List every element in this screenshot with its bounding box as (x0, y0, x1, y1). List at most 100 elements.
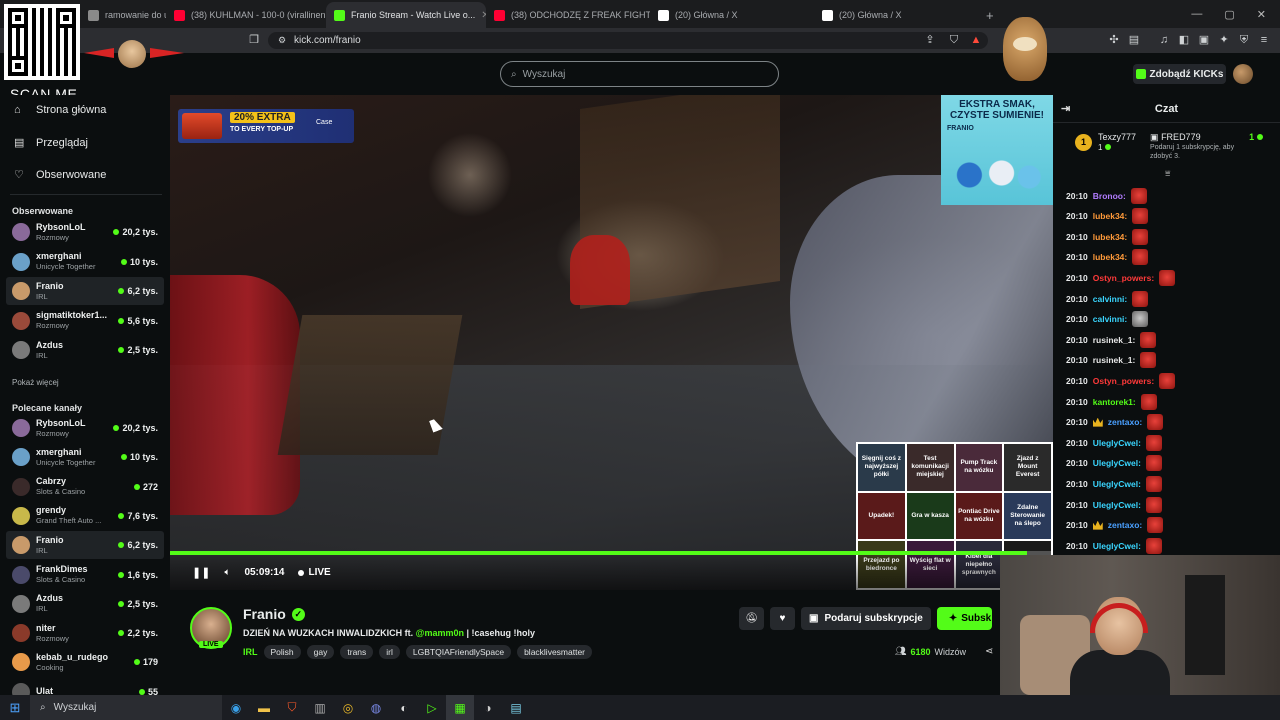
media-icon[interactable]: ♫ (1158, 34, 1170, 46)
sidebar-channel[interactable]: niter Rozmowy 2,2 tys. (6, 619, 164, 647)
browser-tab-active[interactable]: Franio Stream - Watch Live o... ✕ (326, 2, 486, 28)
get-kicks-button[interactable]: Zdobądź KICKs (1133, 64, 1226, 84)
chat-filter-icon[interactable]: ⩸ (1165, 168, 1170, 179)
app-icon-3[interactable]: ▤ (502, 695, 530, 720)
sidebar-channel[interactable]: RybsonLoL Rozmowy 20,2 tys. (6, 414, 164, 442)
notification-bell-icon[interactable]: 🔕︎ (739, 607, 764, 630)
chat-username[interactable]: zentaxo: (1108, 417, 1142, 427)
show-more-link[interactable]: Pokaż więcej (12, 378, 59, 387)
new-tab-button[interactable]: + (978, 2, 1002, 28)
nav-browse[interactable]: ▤ Przeglądaj (14, 136, 88, 150)
file-explorer-icon[interactable]: ▬ (250, 695, 278, 720)
category-link[interactable]: IRL (243, 647, 258, 657)
edge-icon[interactable]: ◉ (222, 695, 250, 720)
chat-username[interactable]: calvinni: (1093, 314, 1127, 324)
browser-tab[interactable]: (20) Główna / X (814, 2, 978, 28)
top-gifter-name[interactable]: Texzy777 (1098, 131, 1136, 143)
tag[interactable]: Polish (263, 645, 301, 659)
browser-tab[interactable]: (20) Główna / X (650, 2, 814, 28)
browser-tab[interactable]: (38) KUHLMAN - 100-0 (virallinen m... (166, 2, 326, 28)
chat-message: 20:10 calvinni: (1066, 310, 1149, 329)
kick-app-icon[interactable]: ▦ (446, 695, 474, 720)
chat-username[interactable]: rusinek_1: (1093, 355, 1136, 365)
tag[interactable]: LGBTQIAFriendlySpace (405, 645, 512, 659)
collapse-chat-icon[interactable]: ⇥ (1061, 102, 1070, 115)
sidebar-channel[interactable]: Franio IRL 6,2 tys. (6, 277, 164, 305)
discord-icon[interactable]: ◍ (362, 695, 390, 720)
overlay-dog-image (1003, 17, 1047, 81)
chat-username[interactable]: calvinni: (1093, 294, 1127, 304)
tag[interactable]: gay (306, 645, 335, 659)
sidebar-channel[interactable]: grendy Grand Theft Auto ... 7,6 tys. (6, 502, 164, 530)
user-avatar[interactable] (1233, 64, 1253, 84)
sidebar-channel[interactable]: sigmatiktoker1... Rozmowy 5,6 tys. (6, 307, 164, 335)
sidebar-channel[interactable]: Azdus IRL 2,5 tys. (6, 590, 164, 618)
chat-username[interactable]: Ostyn_powers: (1093, 376, 1154, 386)
vpn-icon[interactable]: ⛨ (1238, 34, 1250, 46)
brave-shield-icon[interactable]: ⛉ (948, 34, 960, 46)
chat-username[interactable]: UleglyCwel: (1093, 541, 1141, 551)
sidebar-channel[interactable]: xmerghani Unicycle Together 10 tys. (6, 443, 164, 471)
browser-tab[interactable]: (38) ODCHODZĘ Z FREAK FIGHTÓW | (486, 2, 650, 28)
sidebar-channel[interactable]: Cabrzy Slots & Casino 272 (6, 473, 164, 501)
sidebar-channel[interactable]: Franio IRL 6,2 tys. (6, 531, 164, 560)
nav-home[interactable]: ⌂ Strona główna (14, 104, 106, 116)
gift-subscriptions-button[interactable]: ▣ Podaruj subskrypcje (801, 607, 931, 630)
tag[interactable]: blacklivesmatter (517, 645, 593, 659)
chat-username[interactable]: kantorek1: (1093, 397, 1136, 407)
sidebar-channel[interactable]: kebab_u_rudego Cooking 179 (6, 648, 164, 676)
bookmark-icon[interactable]: ❐ (248, 34, 260, 46)
browser-tab[interactable]: ramowanie do ulep... (80, 2, 166, 28)
search-input[interactable]: ⌕ Wyszukaj (500, 61, 779, 87)
extensions-icon[interactable]: ✣ (1108, 34, 1120, 46)
volume-icon[interactable]: 🔈︎ (224, 567, 230, 578)
sidebar-toggle-icon[interactable]: ◧ (1178, 34, 1190, 46)
nav-following[interactable]: ♡ Obserwowane (14, 168, 106, 182)
chat-username[interactable]: UleglyCwel: (1093, 438, 1141, 448)
brave-rewards-icon[interactable]: ▲ (970, 34, 982, 46)
site-settings-icon[interactable]: ⚙ (276, 34, 288, 46)
chat-message: 20:10 lubek34: (1066, 207, 1149, 226)
follow-heart-icon[interactable]: ♥ (770, 607, 795, 630)
chat-username[interactable]: lubek34: (1093, 232, 1128, 242)
windows-start-icon[interactable]: ⊞ (0, 700, 30, 716)
obs-icon[interactable]: ◐ (390, 695, 418, 720)
share-icon[interactable]: ⇪ (924, 34, 936, 46)
tag[interactable]: irl (379, 645, 400, 659)
chat-username[interactable]: Ostyn_powers: (1093, 273, 1154, 283)
play-icon[interactable]: ▷ (418, 695, 446, 720)
sidebar-channel[interactable]: RybsonLoL Rozmowy 20,2 tys. (6, 218, 164, 246)
app-icon-2[interactable]: ◑ (474, 695, 502, 720)
wallet-icon[interactable]: ▣ (1198, 34, 1210, 46)
streamer-name[interactable]: Franio ✓ (243, 606, 305, 622)
sidebar-channel[interactable]: xmerghani Unicycle Together 10 tys. (6, 248, 164, 276)
leo-icon[interactable]: ✦ (1218, 34, 1230, 46)
address-bar[interactable]: ⚙ kick.com/franio (268, 32, 988, 49)
chat-username[interactable]: lubek34: (1093, 211, 1128, 221)
chat-username[interactable]: UleglyCwel: (1093, 458, 1141, 468)
sidebar-channel[interactable]: FrankDimes Slots & Casino 1,6 tys. (6, 561, 164, 589)
taskbar-search[interactable]: ⌕ Wyszukaj (30, 695, 222, 720)
maximize-button[interactable]: ▢ (1224, 8, 1234, 21)
chrome-icon[interactable]: ◎ (334, 695, 362, 720)
menu-icon[interactable]: ≡ (1258, 34, 1270, 46)
close-window-button[interactable]: ✕ (1257, 8, 1266, 21)
app-icon[interactable]: ▥ (306, 695, 334, 720)
chat-username[interactable]: rusinek_1: (1093, 335, 1136, 345)
tag[interactable]: trans (340, 645, 374, 659)
pause-icon[interactable]: ❚❚ (192, 566, 210, 579)
chat-username[interactable]: UleglyCwel: (1093, 500, 1141, 510)
video-player[interactable]: 20% EXTRA TO EVERY TOP-UP Case EKSTRA SM… (170, 95, 1053, 590)
brave-icon[interactable]: ⛉ (278, 695, 306, 720)
reader-icon[interactable]: ▤ (1128, 34, 1140, 46)
chat-username[interactable]: zentaxo: (1108, 520, 1142, 530)
mention-link[interactable]: @mamm0n (416, 628, 464, 638)
live-dot-icon (118, 630, 125, 637)
sidebar-channel[interactable]: Azdus IRL 2,5 tys. (6, 336, 164, 364)
chat-username[interactable]: Bronoo: (1093, 191, 1126, 201)
share-icon[interactable]: ⋖ (985, 646, 993, 657)
subscribe-button[interactable]: ✦ Subsk (936, 607, 992, 630)
chat-username[interactable]: UleglyCwel: (1093, 479, 1141, 489)
chat-username[interactable]: lubek34: (1093, 252, 1128, 262)
minimize-button[interactable]: — (1191, 8, 1202, 20)
